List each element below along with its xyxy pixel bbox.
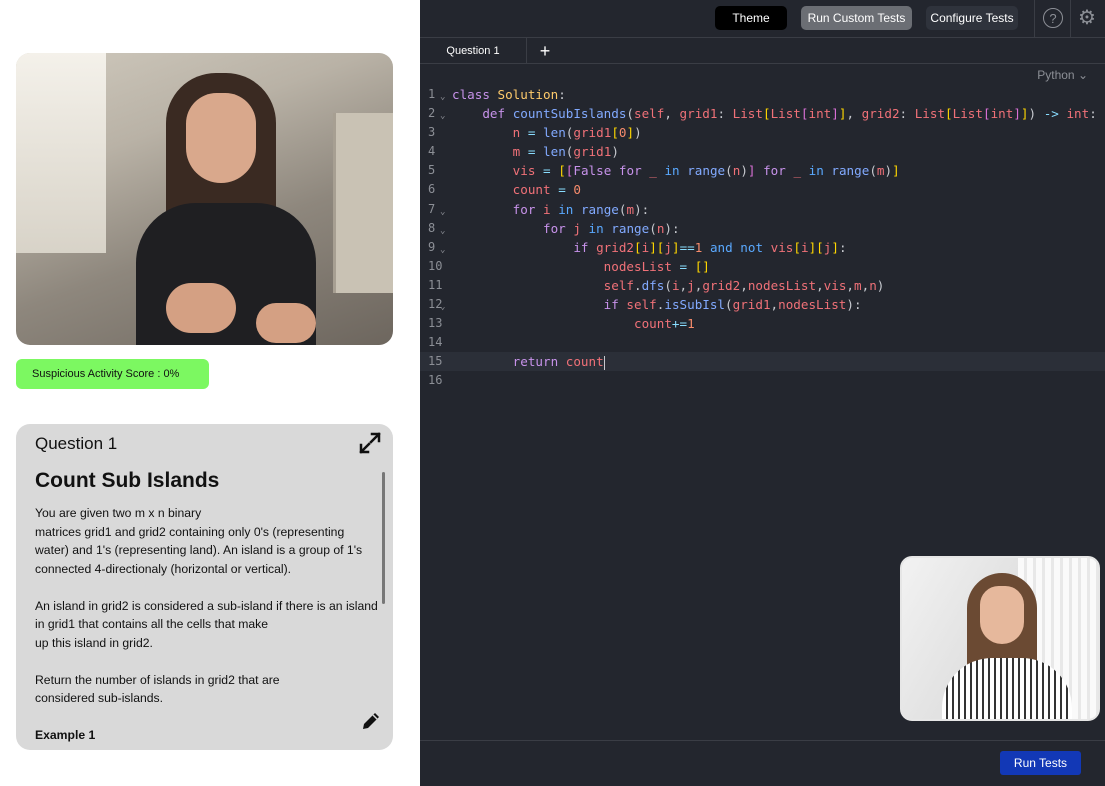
language-selector[interactable]: Python ⌄: [1037, 68, 1088, 82]
code-line: 11 self.dfs(i,j,grid2,nodesList,vis,m,n): [420, 276, 1105, 295]
video-window-background: [16, 53, 106, 253]
interviewer-video[interactable]: [900, 556, 1100, 721]
candidate-hand-left: [166, 283, 236, 333]
run-custom-tests-button[interactable]: Run Custom Tests: [801, 6, 912, 30]
configure-tests-button[interactable]: Configure Tests: [926, 6, 1018, 30]
line-number: 6: [428, 182, 436, 197]
line-number: 14: [428, 335, 443, 350]
assessment-screen: Suspicious Activity Score : 0% Question …: [0, 0, 1105, 786]
line-number: 10: [428, 258, 443, 273]
theme-button[interactable]: Theme: [715, 6, 787, 30]
code-line: 10 nodesList = []: [420, 257, 1105, 276]
editor-tabs: Question 1 +: [420, 38, 1105, 64]
code-line: 12 ⌄ if self.isSubIsl(grid1,nodesList):: [420, 295, 1105, 314]
line-number: 15: [428, 354, 443, 369]
expand-icon[interactable]: [359, 432, 381, 454]
text-cursor: [603, 355, 605, 370]
left-panel: Suspicious Activity Score : 0% Question …: [0, 0, 420, 786]
line-number: 5: [428, 163, 436, 178]
line-number: 3: [428, 125, 436, 140]
code-line: 16: [420, 371, 1105, 390]
question-paragraph: Return the number of islands in grid2 th…: [35, 672, 280, 706]
run-tests-button[interactable]: Run Tests: [1000, 751, 1081, 775]
code-editor[interactable]: 1 ⌄ class Solution: 2 ⌄ def countSubIslands…: [420, 85, 1105, 391]
code-line: 9 ⌄ if grid2[i][j]==1 and not vis[i][j]:: [420, 238, 1105, 257]
code-line: 7 ⌄ for i in range(m):: [420, 200, 1105, 219]
question-number: Question 1: [35, 434, 118, 453]
line-number: 4: [428, 144, 436, 159]
question-title: Count Sub Islands: [35, 469, 220, 492]
editor-toolbar: Theme Run Custom Tests Configure Tests ?…: [420, 0, 1105, 38]
candidate-video: [16, 53, 393, 345]
tab-question-1[interactable]: Question 1: [420, 38, 527, 64]
pencil-icon[interactable]: [360, 710, 382, 732]
code-line: 13 count+=1: [420, 314, 1105, 333]
interviewer-body: [942, 658, 1072, 719]
question-scrollbar[interactable]: [382, 472, 385, 604]
video-shelf-background: [333, 113, 393, 293]
candidate-face: [186, 93, 256, 183]
line-number: 13: [428, 316, 443, 331]
code-line: 4 m = len(grid1): [420, 142, 1105, 161]
code-line: 2 ⌄ def countSubIslands(self, grid1: List…: [420, 104, 1105, 123]
code-line: 5 vis = [[False for _ in range(n)] for _…: [420, 161, 1105, 180]
code-line: 6 count = 0: [420, 180, 1105, 199]
suspicious-activity-score: Suspicious Activity Score : 0%: [16, 359, 209, 389]
toolbar-divider: [1034, 0, 1035, 38]
toolbar-divider: [1070, 0, 1071, 38]
help-icon[interactable]: ?: [1043, 8, 1063, 28]
editor-footer: Run Tests: [420, 740, 1105, 786]
candidate-hand-right: [256, 303, 316, 343]
code-line: 3 n = len(grid1[0]): [420, 123, 1105, 142]
example-heading: Example 1: [35, 728, 96, 742]
question-card: Question 1 Count Sub Islands You are giv…: [16, 424, 393, 750]
question-description: You are given two m x n binary matrices …: [35, 504, 380, 750]
question-paragraph: An island in grid2 is considered a sub-i…: [35, 598, 378, 650]
interviewer-face: [980, 586, 1024, 644]
code-line-active: 15 return count: [420, 352, 1105, 372]
code-line: 1 ⌄ class Solution:: [420, 85, 1105, 104]
gear-icon[interactable]: ⚙: [1076, 7, 1098, 29]
line-number: 11: [428, 277, 443, 292]
question-paragraph: You are given two m x n binary matrices …: [35, 506, 363, 576]
add-tab-button[interactable]: +: [536, 38, 554, 64]
code-line: 8 ⌄ for j in range(n):: [420, 219, 1105, 238]
line-number: 16: [428, 373, 443, 388]
code-line: 14: [420, 333, 1105, 352]
